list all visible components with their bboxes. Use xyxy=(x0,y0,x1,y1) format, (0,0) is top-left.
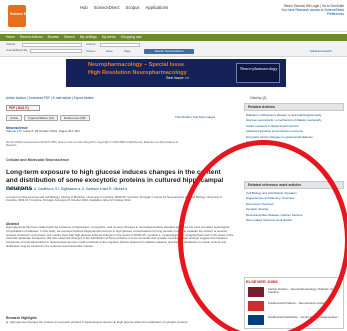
top-link-applications[interactable]: Applications xyxy=(146,5,169,10)
nav-home[interactable]: Home xyxy=(6,35,15,39)
top-link-sciencedirect[interactable]: ScienceDirect xyxy=(94,5,120,10)
advanced-search-link[interactable]: Advanced search xyxy=(310,49,332,53)
related-article-link[interactable]: Exocytotic protein changes in experiment… xyxy=(246,135,342,140)
logo-text: Science Direct xyxy=(10,12,34,16)
thumbnails-link[interactable]: Thumbnails | Full-Size images xyxy=(175,115,215,120)
nav-recent[interactable]: Recent Actions xyxy=(20,35,43,39)
articles-input[interactable] xyxy=(22,43,82,47)
article-tabs: Article Figures/Tables (10) References (… xyxy=(6,115,90,121)
search-label-issue: Issue xyxy=(106,49,113,53)
nav-search[interactable]: Search xyxy=(64,35,75,39)
nav-settings[interactable]: My settings xyxy=(80,35,97,39)
journal-meta: Volume 177, Issue 5, 29 October 2010, Pa… xyxy=(6,129,80,133)
nav-cart[interactable]: Shopping cart xyxy=(121,35,142,39)
tab-figures[interactable]: Figures/Tables (10) xyxy=(24,115,59,121)
related-article-link[interactable]: Advanced glycation end products in neuro… xyxy=(246,129,342,134)
article-section: Cellular and Molecular Neuroscience xyxy=(6,158,69,162)
related-article-link[interactable]: Glucose neurotoxicity: a mechanism of di… xyxy=(246,119,342,123)
search-label-page: Page xyxy=(124,49,131,53)
search-label-journal: Journal/Book title xyxy=(6,48,28,52)
cited-by-link[interactable]: Cited by (2) xyxy=(250,96,266,100)
pdf-download-button[interactable]: PDF (1641 K) xyxy=(6,105,40,111)
related-articles-heading: Related Articles xyxy=(244,103,344,111)
article-toolbox[interactable]: Article toolbox | Download PDF | E-mail … xyxy=(6,96,94,100)
tab-article[interactable]: Article xyxy=(6,115,23,121)
search-label-articles: Articles xyxy=(6,42,16,46)
nav-alerts[interactable]: My alerts xyxy=(102,35,116,39)
journal-input[interactable] xyxy=(30,49,82,53)
search-button[interactable]: Search ScienceDirect xyxy=(144,49,194,54)
top-link-hub[interactable]: Hub xyxy=(80,5,88,10)
user-line-3[interactable]: Preferences xyxy=(262,12,344,16)
user-area: Senior Science Wit Login | Go to ScinSui… xyxy=(262,4,344,16)
authors-input[interactable] xyxy=(100,43,140,47)
banner-journal-name: Neuro-pharmacology xyxy=(240,66,278,71)
highlights-text: ► High glucose changes the content of ex… xyxy=(6,320,188,324)
tab-references[interactable]: References (58) xyxy=(60,115,90,121)
top-links: Hub ScienceDirect Scopus Applications xyxy=(80,5,168,10)
red-highlight-ellipse xyxy=(178,140,347,331)
search-label-volume: Volume xyxy=(86,49,96,53)
main-nav: Home Recent Actions Browse Search My set… xyxy=(0,34,347,41)
banner-see-issue-link[interactable]: See issue >> xyxy=(166,75,189,80)
related-article-link[interactable]: Diabetes in Alzheimer's disease: a neuro… xyxy=(246,113,342,118)
doi-line: doi:10.1016/j.neuroscience.2010.07.055 |… xyxy=(6,140,178,148)
top-link-scopus[interactable]: Scopus xyxy=(126,5,140,10)
related-article-link[interactable]: Insulin receptors in hippocampal neurons xyxy=(246,124,342,129)
search-label-authors: Authors xyxy=(86,42,96,46)
nav-browse[interactable]: Browse xyxy=(48,35,59,39)
banner-title: Neuropharmacology – Special Issue xyxy=(88,62,185,68)
